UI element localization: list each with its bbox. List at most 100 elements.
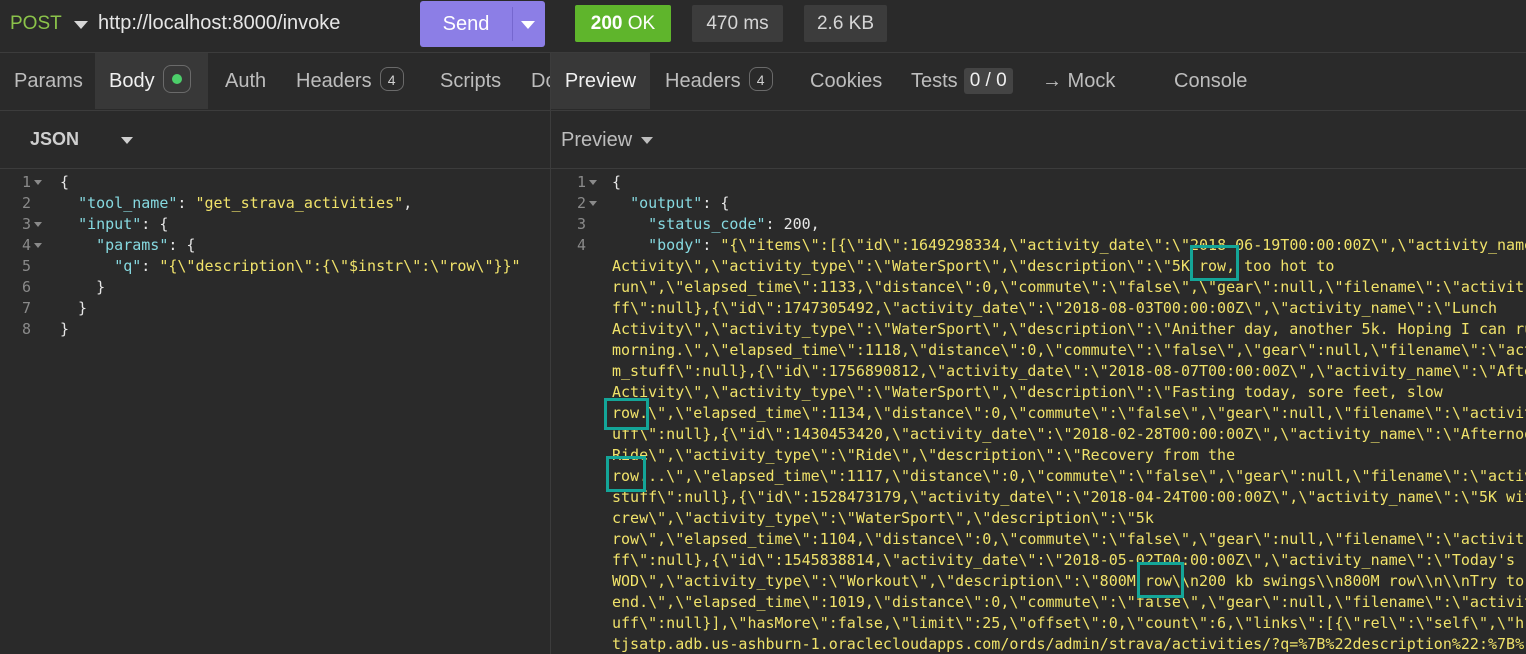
line-number: 2 <box>551 193 597 214</box>
request-tabs: Params Body Auth Headers 4 Scripts Do <box>0 53 550 111</box>
response-size-badge: 2.6 KB <box>804 5 887 42</box>
code-line: end.\",\"elapsed_time\":1019,\"distance\… <box>612 593 1526 611</box>
tab-label: → Mock <box>1042 70 1116 92</box>
fold-chevron-icon[interactable] <box>34 222 42 227</box>
code-line: } <box>60 320 70 338</box>
tab-console[interactable]: Console <box>1174 53 1247 109</box>
line-number: 5 <box>21 257 31 275</box>
code-line: "q": "{\"description\":{\"$instr\":\"row… <box>114 257 521 275</box>
tests-count-badge: 0 / 0 <box>963 68 1013 94</box>
send-divider <box>512 7 513 41</box>
code-line: Activity\",\"activity_type\":\"WaterSpor… <box>612 383 1443 401</box>
status-text: OK <box>627 13 656 34</box>
request-body-lines: { "tool_name": "get_strava_activities", … <box>60 172 521 340</box>
line-number: 2 <box>21 194 31 212</box>
tab-auth[interactable]: Auth <box>225 53 266 109</box>
fold-chevron-icon[interactable] <box>589 180 597 185</box>
response-preview[interactable]: 123 4 { "output": { "status_code": 200, "… <box>551 172 1526 654</box>
code-line: m_stuff\":null},{\"id\":1756890812,\"act… <box>612 362 1526 380</box>
tab-scripts[interactable]: Scripts <box>440 53 501 109</box>
body-toolbar: JSON <box>0 111 550 169</box>
tab-tests[interactable]: Tests 0 / 0 <box>911 53 1013 109</box>
tab-label: Scripts <box>440 70 502 92</box>
tab-label: Headers <box>296 70 372 92</box>
code-line: crew\",\"activity_type\":\"WaterSport\",… <box>612 509 1154 527</box>
code-line: row...\",\"elapsed_time\":1117,\"distanc… <box>612 467 1526 485</box>
code-line: } <box>60 278 106 296</box>
send-options-chevron-icon[interactable] <box>521 21 535 29</box>
preview-toolbar: Preview <box>551 111 1526 169</box>
headers-count-badge: 4 <box>379 67 404 91</box>
tab-response-headers[interactable]: Headers 4 <box>665 53 773 109</box>
row-match-highlight <box>1190 245 1239 281</box>
chevron-down-icon[interactable] <box>641 137 653 144</box>
code-line: } <box>60 299 88 317</box>
url-input[interactable]: http://localhost:8000/invoke <box>98 12 340 35</box>
chevron-down-icon[interactable] <box>74 21 88 29</box>
code-line: { <box>612 173 622 191</box>
fold-chevron-icon[interactable] <box>589 201 597 206</box>
fold-chevron-icon[interactable] <box>34 243 42 248</box>
code-line: { <box>60 173 70 191</box>
response-headers-count-badge: 4 <box>748 67 773 91</box>
tab-body[interactable]: Body <box>95 53 208 109</box>
http-method-select[interactable]: POST <box>10 13 62 35</box>
tab-label: Headers <box>665 70 741 92</box>
line-number: 1 <box>0 172 42 193</box>
tab-cookies[interactable]: Cookies <box>810 53 882 109</box>
code-line: "status_code": 200, <box>648 215 820 233</box>
body-format-select[interactable]: JSON <box>30 129 79 150</box>
body-active-dot-icon <box>162 65 191 93</box>
tab-mock[interactable]: → Mock <box>1042 53 1115 109</box>
row-match-highlight <box>1137 562 1184 598</box>
code-line: uff\":null},{\"id\":1430453420,\"activit… <box>612 425 1526 443</box>
code-line: WOD\",\"activity_type\":\"Workout\",\"de… <box>612 572 1525 590</box>
line-number: 1 <box>551 172 597 193</box>
tab-label: Preview <box>564 70 637 92</box>
response-tabs: Preview Headers 4 Cookies Tests 0 / 0 → Mo… <box>551 53 1526 111</box>
tab-headers[interactable]: Headers 4 <box>296 53 404 109</box>
code-line: stuff\":null},{\"id\":1528473179,\"activ… <box>612 488 1526 506</box>
fold-chevron-icon[interactable] <box>34 180 42 185</box>
line-number: 8 <box>21 320 31 338</box>
code-line: "input": { <box>78 215 169 233</box>
tab-label: Auth <box>225 70 267 92</box>
tab-preview[interactable]: Preview <box>551 53 650 109</box>
code-line: uff\":null}],\"hasMore\":false,\"limit\"… <box>612 614 1526 632</box>
tab-label: Do <box>531 70 550 92</box>
status-code: 200 <box>590 13 623 34</box>
status-badge: 200 OK <box>575 5 671 42</box>
request-body-editor[interactable]: 12 345 6 7 8 { "tool_name": "get_strava_acti… <box>0 172 550 654</box>
line-number: 4 <box>576 236 586 254</box>
line-number: 6 <box>21 278 31 296</box>
code-line: "tool_name": "get_strava_activities", <box>78 194 413 212</box>
code-line: row\",\"elapsed_time\":1104,\"distance\"… <box>612 530 1525 548</box>
code-line: "body": "{\"items\":[{\"id\":1649298334,… <box>648 236 1526 254</box>
request-bar: POST http://localhost:8000/invoke Send 2… <box>0 0 1526 53</box>
line-number-gutter: 123 4 <box>551 172 597 256</box>
response-lines: { "output": { "status_code": 200, "body"… <box>612 172 1526 654</box>
line-number: 3 <box>576 215 586 233</box>
send-button-label[interactable]: Send <box>420 1 512 47</box>
tab-label: Body <box>109 70 155 92</box>
tab-params[interactable]: Params <box>14 53 83 109</box>
line-number-gutter: 12 345 6 7 8 <box>0 172 42 340</box>
code-line: "params": { <box>96 236 196 254</box>
tab-docs[interactable]: Do <box>531 53 550 109</box>
code-line: Activity\",\"activity_type\":\"WaterSpor… <box>612 320 1526 338</box>
code-line: row.\",\"elapsed_time\":1134,\"distance\… <box>612 404 1526 422</box>
code-line: ff\":null},{\"id\":1545838814,\"activity… <box>612 551 1516 569</box>
tab-label: Params <box>14 70 83 92</box>
row-match-highlight <box>604 398 649 430</box>
code-line: run\",\"elapsed_time\":1133,\"distance\"… <box>612 278 1525 296</box>
row-match-highlight <box>606 456 646 492</box>
preview-mode-select[interactable]: Preview <box>561 129 632 152</box>
response-time-badge: 470 ms <box>692 5 783 42</box>
tab-label: Cookies <box>810 70 883 92</box>
code-line: morning.\",\"elapsed_time\":1118,\"dista… <box>612 341 1526 359</box>
line-number: 3 <box>0 214 42 235</box>
line-number: 7 <box>21 299 31 317</box>
code-line: Activity\",\"activity_type\":\"WaterSpor… <box>612 257 1335 275</box>
send-button[interactable]: Send <box>420 1 545 47</box>
chevron-down-icon[interactable] <box>121 137 133 144</box>
